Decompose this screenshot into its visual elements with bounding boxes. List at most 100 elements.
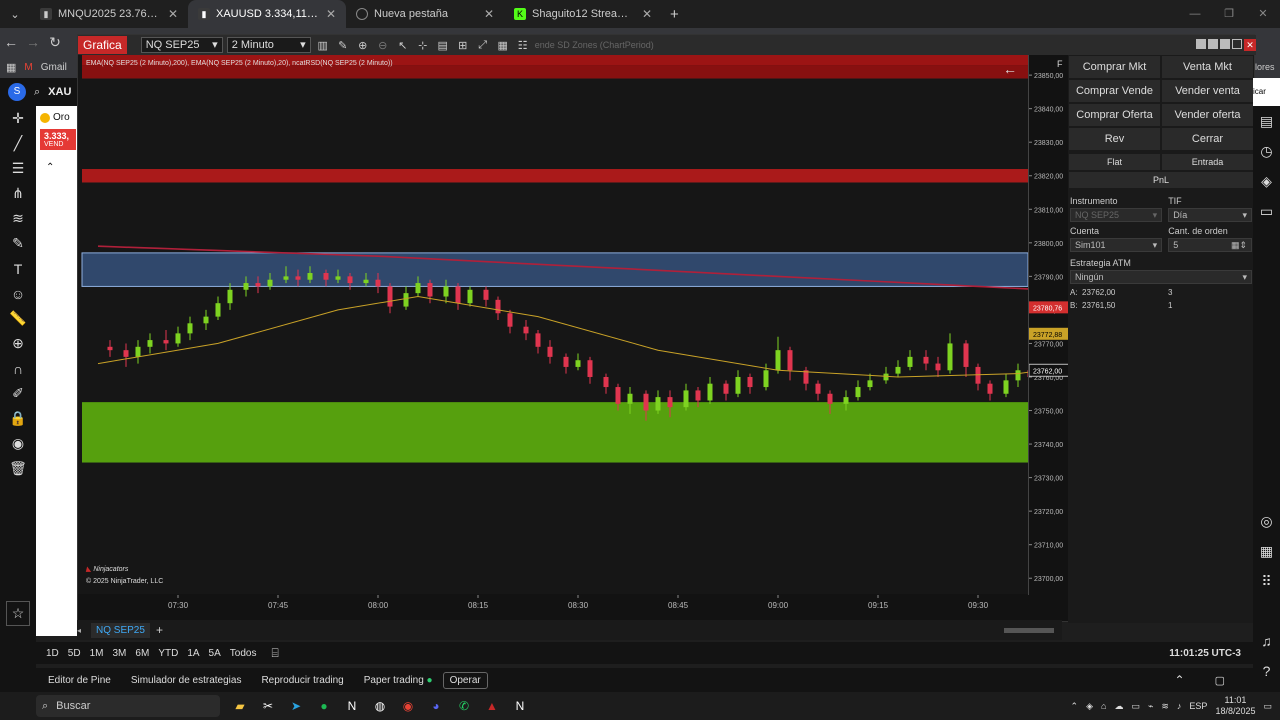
- alerts-clock-icon[interactable]: ◷: [1253, 136, 1280, 166]
- maximize-panel-icon[interactable]: ▢: [1215, 674, 1225, 687]
- cloud-icon[interactable]: ☁: [1114, 701, 1123, 712]
- browser-tab-4[interactable]: K Shaguito12 Stream - Watch Liv... ✕: [504, 0, 662, 28]
- minimize-icon[interactable]: —: [1178, 0, 1212, 28]
- scroll-left-icon[interactable]: ◂: [77, 626, 81, 635]
- close-window-icon[interactable]: ✕: [1246, 0, 1280, 28]
- atm-dropdown[interactable]: Ningún ▾: [1070, 270, 1252, 284]
- tf-ytd[interactable]: YTD: [158, 648, 178, 659]
- browser-tab-3[interactable]: Nueva pestaña ✕: [346, 0, 504, 28]
- discord-icon[interactable]: ◕: [422, 695, 450, 717]
- nt-close-icon[interactable]: ✕: [1244, 39, 1256, 51]
- right-top-button[interactable]: icar: [1253, 78, 1280, 106]
- back-icon[interactable]: ←: [0, 34, 22, 50]
- buy-bid-button[interactable]: Comprar Oferta: [1069, 104, 1160, 126]
- chat-icon[interactable]: ▭: [1253, 196, 1280, 226]
- lock-icon[interactable]: 🔒: [0, 406, 36, 431]
- emoji-icon[interactable]: ☺: [0, 281, 36, 306]
- chevron-up-icon[interactable]: ⌃: [1071, 701, 1079, 712]
- brush-icon[interactable]: ✎: [0, 231, 36, 256]
- maximize-icon[interactable]: ❐: [1212, 0, 1246, 28]
- buy-market-button[interactable]: Comprar Mkt: [1069, 56, 1160, 78]
- reload-icon[interactable]: ↻: [44, 34, 66, 51]
- tab-search-icon[interactable]: ⌄: [0, 8, 30, 21]
- price-chart[interactable]: 23856,251723823,51223817,25627423734,5 E…: [78, 55, 1028, 595]
- back-arrow-icon[interactable]: ←: [1003, 61, 1017, 77]
- calendar-range-icon[interactable]: ⌸: [271, 646, 278, 661]
- avatar[interactable]: S: [8, 83, 26, 101]
- help-icon[interactable]: ?: [1253, 656, 1280, 686]
- calendar-icon[interactable]: ▦: [1253, 536, 1280, 566]
- close-icon[interactable]: ✕: [168, 7, 178, 21]
- crosshair-icon[interactable]: ⊹: [415, 39, 431, 52]
- zoom-out-icon[interactable]: ⊖: [375, 39, 391, 52]
- instrument-dropdown[interactable]: NQ SEP25 ▾: [1070, 208, 1163, 222]
- ninjatrader-icon[interactable]: ▲: [478, 695, 506, 717]
- clock-text[interactable]: 11:01:25 UTC-3: [1169, 648, 1241, 659]
- trash-icon[interactable]: 🗑: [0, 456, 36, 481]
- sell-market-button[interactable]: Venta Mkt: [1162, 56, 1253, 78]
- tf-5d[interactable]: 5D: [68, 648, 81, 659]
- sell-price-badge[interactable]: 3.333, VEND: [40, 129, 76, 150]
- tab-trade[interactable]: Operar: [442, 671, 488, 689]
- tf-1m[interactable]: 1M: [90, 648, 104, 659]
- scrollbar[interactable]: [1004, 627, 1054, 633]
- time-axis[interactable]: 07:30 07:45 08:00 08:15 08:30 08:45 09:00 09:15…: [78, 595, 1280, 615]
- split-icon[interactable]: ⊞: [455, 39, 471, 52]
- volume-icon[interactable]: ♪: [1177, 701, 1182, 711]
- add-chart-tab-button[interactable]: +: [156, 623, 163, 637]
- layout2-icon[interactable]: [1208, 39, 1218, 49]
- file-explorer-icon[interactable]: ▰: [226, 695, 254, 717]
- zoom-in-icon[interactable]: ⊕: [355, 39, 371, 52]
- eye-icon[interactable]: ◉: [0, 431, 36, 456]
- bars-icon[interactable]: ▥: [315, 39, 331, 52]
- capcut-icon[interactable]: ✂: [254, 695, 282, 717]
- quantity-stepper[interactable]: 5 ▦⇕: [1168, 238, 1252, 252]
- github-icon[interactable]: ◍: [366, 695, 394, 717]
- sell-ask-button[interactable]: Vender venta: [1162, 80, 1253, 102]
- magnet-icon[interactable]: ∩: [0, 356, 36, 381]
- nt-minimize-icon[interactable]: [1220, 39, 1230, 49]
- pencil-icon[interactable]: ✎: [335, 39, 351, 52]
- taskbar-search[interactable]: ⌕ Buscar: [36, 695, 220, 717]
- collapse-icon[interactable]: ⌃: [36, 162, 80, 173]
- battery-icon[interactable]: ▭: [1131, 701, 1140, 712]
- properties-icon[interactable]: ▦: [495, 39, 511, 52]
- spotify-icon[interactable]: ●: [310, 695, 338, 717]
- ruler-icon[interactable]: 📏: [0, 306, 36, 331]
- tab-paper-trading[interactable]: Paper trading ●: [364, 675, 433, 686]
- pointer-icon[interactable]: ↖: [395, 39, 411, 52]
- notion-2-icon[interactable]: N: [506, 695, 534, 717]
- notifications-icon[interactable]: ♫: [1253, 626, 1280, 656]
- chart-label[interactable]: Grafica: [78, 36, 127, 54]
- forward-icon[interactable]: →: [22, 34, 44, 50]
- data-box-icon[interactable]: ▤: [435, 39, 451, 52]
- lock-draw-icon[interactable]: ✐: [0, 381, 36, 406]
- tf-1d[interactable]: 1D: [46, 648, 59, 659]
- account-dropdown[interactable]: Sim101 ▾: [1070, 238, 1163, 252]
- stepper-icon[interactable]: ▦⇕: [1231, 239, 1247, 251]
- tab-replay[interactable]: Reproducir trading: [261, 675, 343, 686]
- reverse-button[interactable]: Rev: [1069, 128, 1160, 150]
- notification-center-icon[interactable]: ▭: [1263, 701, 1272, 712]
- new-tab-button[interactable]: +: [670, 6, 679, 23]
- language-text[interactable]: ESP: [1189, 701, 1207, 711]
- list-icon[interactable]: ☷: [515, 39, 531, 52]
- zoom-icon[interactable]: ⊕: [0, 331, 36, 356]
- close-icon[interactable]: ✕: [642, 7, 652, 21]
- sell-bid-button[interactable]: Vender oferta: [1162, 104, 1253, 126]
- close-icon[interactable]: ✕: [484, 7, 494, 21]
- buy-ask-button[interactable]: Comprar Vende: [1069, 80, 1160, 102]
- close-icon[interactable]: ✕: [326, 7, 336, 21]
- nt-maximize-icon[interactable]: [1232, 39, 1242, 49]
- tab-pine-editor[interactable]: Editor de Pine: [48, 675, 111, 686]
- tf-all[interactable]: Todos: [230, 648, 257, 659]
- watchlist-icon[interactable]: ▤: [1253, 106, 1280, 136]
- telegram-icon[interactable]: ➤: [282, 695, 310, 717]
- trendline-icon[interactable]: ╱: [0, 131, 36, 156]
- chrome-icon[interactable]: ◉: [394, 695, 422, 717]
- search-text[interactable]: XAU: [48, 86, 71, 98]
- fib-icon[interactable]: ≋: [0, 206, 36, 231]
- apps-icon[interactable]: ▦: [6, 61, 16, 74]
- layers-icon[interactable]: ◈: [1253, 166, 1280, 196]
- expand-icon[interactable]: ⤢: [475, 39, 491, 52]
